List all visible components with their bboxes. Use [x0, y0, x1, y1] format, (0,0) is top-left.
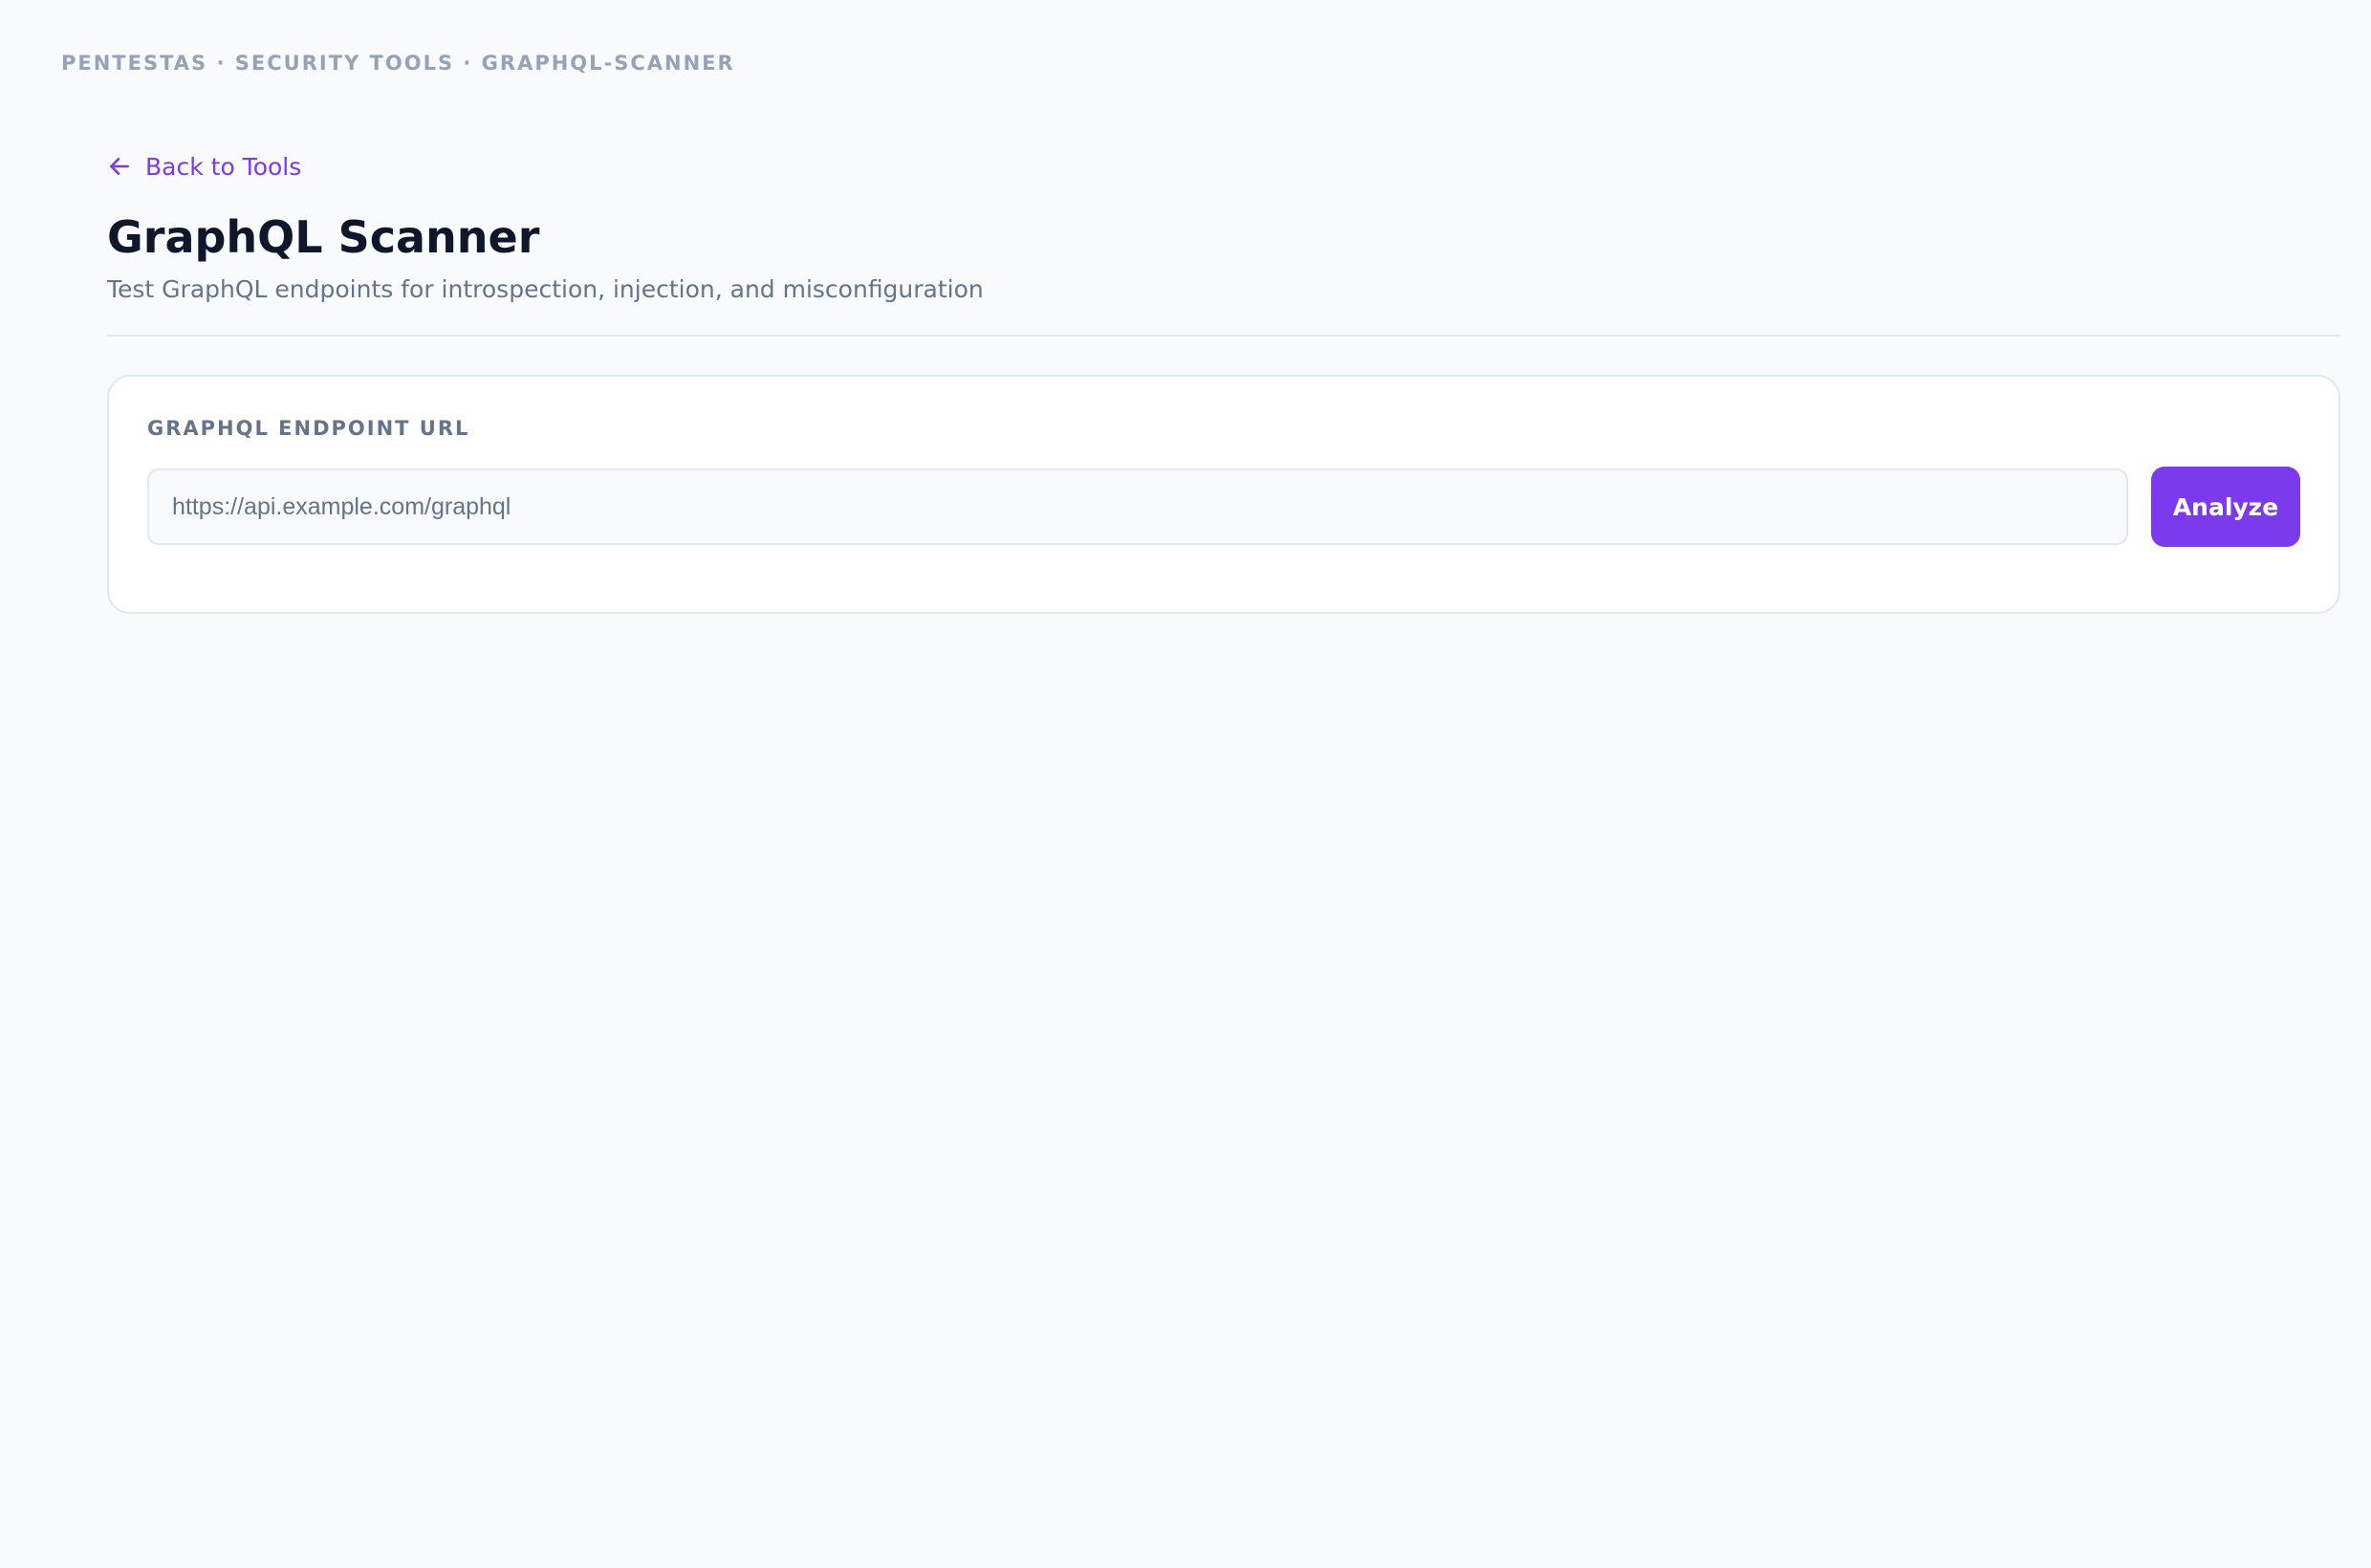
breadcrumb: PENTESTAS · SECURITY TOOLS · GRAPHQL-SCA…: [61, 52, 735, 75]
arrow-left-icon: [107, 154, 132, 179]
header-divider: [107, 335, 2340, 337]
back-link-label: Back to Tools: [145, 152, 302, 181]
analyze-button[interactable]: Analyze: [2151, 467, 2300, 547]
endpoint-url-input[interactable]: [147, 468, 2128, 545]
back-to-tools-link[interactable]: Back to Tools: [107, 143, 301, 189]
page-subtitle: Test GraphQL endpoints for introspection…: [107, 275, 984, 303]
input-row: Analyze: [147, 467, 2300, 547]
endpoint-form-card: GRAPHQL ENDPOINT URL Analyze: [107, 375, 2340, 614]
page-title: GraphQL Scanner: [107, 211, 540, 263]
endpoint-url-label: GRAPHQL ENDPOINT URL: [147, 417, 470, 440]
main-content: Back to Tools GraphQL Scanner Test Graph…: [107, 143, 2340, 614]
page: PENTESTAS · SECURITY TOOLS · GRAPHQL-SCA…: [0, 0, 2371, 1568]
